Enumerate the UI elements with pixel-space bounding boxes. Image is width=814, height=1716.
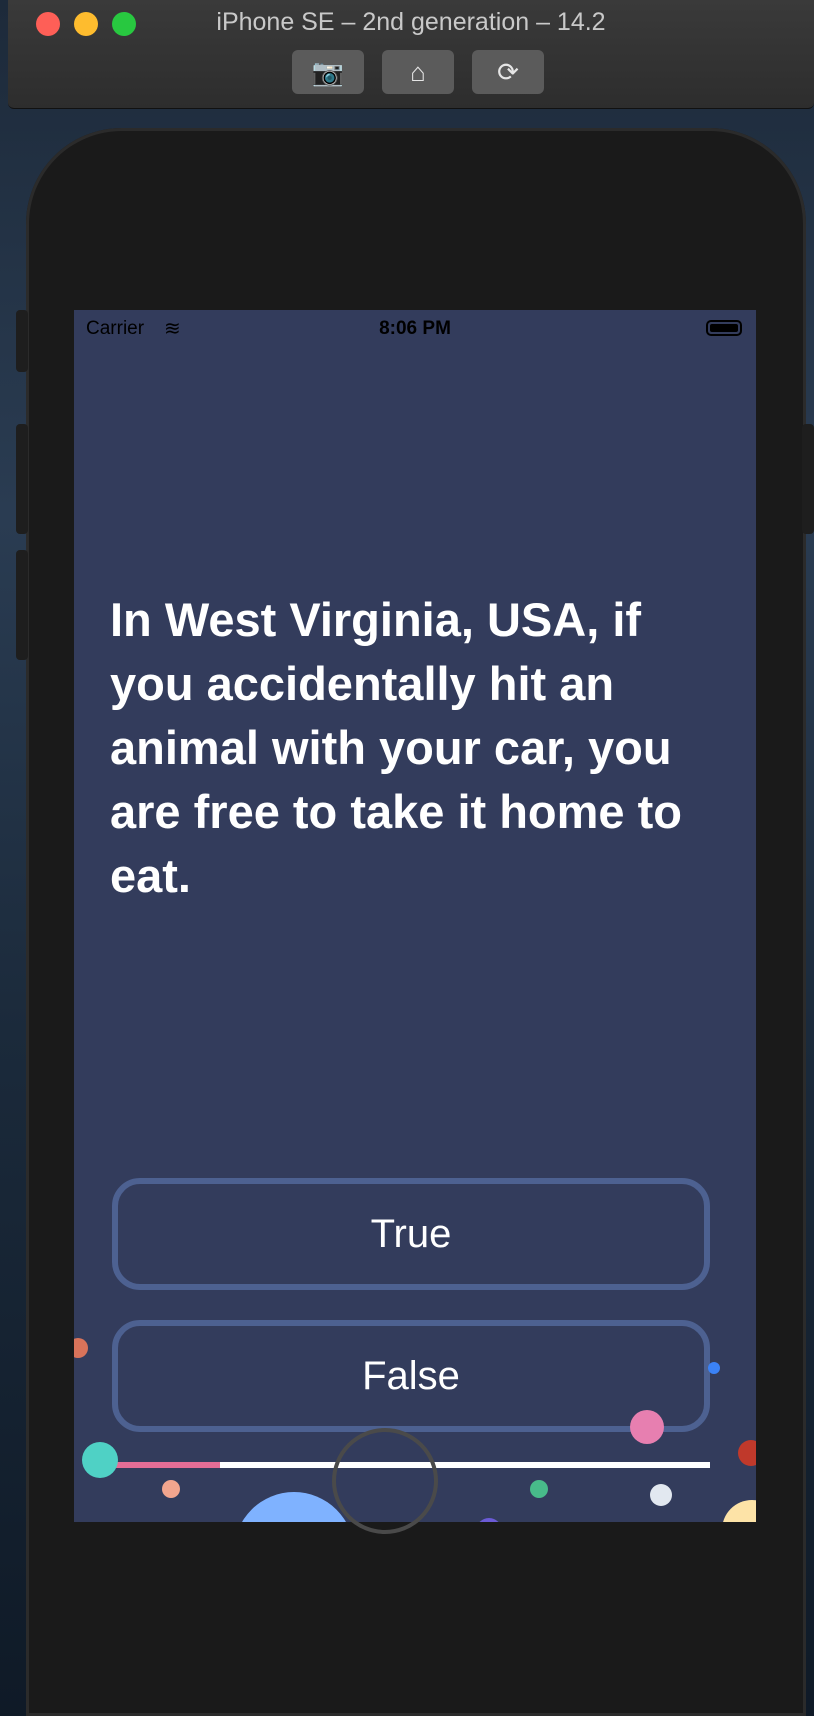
true-button-label: True <box>370 1211 452 1256</box>
window-title: iPhone SE – 2nd generation – 14.2 <box>216 8 606 36</box>
bubble-decoration <box>722 1500 756 1522</box>
bubble-decoration <box>738 1440 756 1466</box>
rotate-icon: ⟳ <box>497 56 519 87</box>
volume-down-button <box>16 550 28 660</box>
bubble-decoration <box>74 1338 88 1358</box>
bubble-decoration <box>650 1484 672 1506</box>
app-screen: Carrier ≋ 8:06 PM In West Virginia, USA,… <box>74 310 756 1522</box>
camera-icon: 📷 <box>311 56 345 87</box>
false-button[interactable]: False <box>112 1320 710 1432</box>
power-button <box>802 424 814 534</box>
battery-icon <box>706 320 742 336</box>
bubble-decoration <box>530 1480 548 1498</box>
mute-switch <box>16 310 28 372</box>
progress-fill <box>112 1462 220 1468</box>
true-button[interactable]: True <box>112 1178 710 1290</box>
home-button[interactable] <box>332 1428 438 1534</box>
bubble-decoration <box>630 1410 664 1444</box>
home-icon: ⌂ <box>410 56 426 87</box>
false-button-label: False <box>362 1353 460 1398</box>
home-toolbar-button[interactable]: ⌂ <box>382 50 454 94</box>
status-time: 8:06 PM <box>379 318 451 339</box>
rotate-button[interactable]: ⟳ <box>472 50 544 94</box>
bubble-decoration <box>476 1518 502 1522</box>
volume-up-button <box>16 424 28 534</box>
bubble-decoration <box>82 1442 118 1478</box>
simulator-title-bar: iPhone SE – 2nd generation – 14.2 📷 ⌂ ⟳ <box>8 0 814 109</box>
bubble-decoration <box>162 1480 180 1498</box>
screenshot-button[interactable]: 📷 <box>292 50 364 94</box>
question-text: In West Virginia, USA, if you accidental… <box>110 593 682 902</box>
bubble-decoration <box>708 1362 720 1374</box>
status-bar: Carrier ≋ 8:06 PM <box>74 310 756 350</box>
